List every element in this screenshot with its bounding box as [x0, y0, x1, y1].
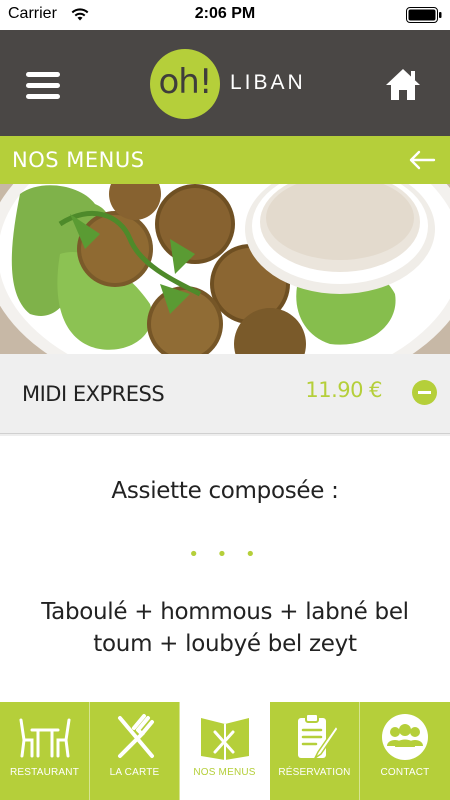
- menu-book-icon: [200, 718, 249, 760]
- app-header: oh! LIBAN: [0, 30, 450, 136]
- menu-detail-card: Assiette composée : • • • Taboulé + homm…: [0, 436, 450, 702]
- contact-group-icon: [382, 714, 428, 760]
- card-separator: • • •: [188, 544, 262, 565]
- tab-la-carte[interactable]: LA CARTE: [90, 702, 180, 800]
- bottom-tab-bar: RESTAURANT LA CARTE NOS MENUS RÉSERVATIO…: [0, 702, 450, 800]
- section-title: NOS MENUS: [12, 148, 145, 172]
- menu-icon[interactable]: [26, 72, 60, 99]
- menu-name: MIDI EXPRESS: [22, 382, 165, 406]
- fork-knife-icon: [117, 714, 154, 758]
- tab-label: NOS MENUS: [193, 767, 256, 778]
- menu-row-midi-express[interactable]: MIDI EXPRESS 11.90 €: [0, 354, 450, 434]
- tab-reservation[interactable]: RÉSERVATION: [270, 702, 360, 800]
- tab-label: CONTACT: [380, 767, 430, 778]
- home-icon[interactable]: [385, 67, 421, 101]
- card-body: Taboulé + hommous + labné bel toum + lou…: [41, 599, 409, 657]
- tab-label: RESTAURANT: [9, 767, 80, 778]
- logo-mark: oh!: [150, 49, 220, 119]
- logo-text: LIBAN: [230, 71, 306, 94]
- menu-price: 11.90 €: [305, 378, 382, 402]
- status-bar: Carrier 2:06 PM: [0, 0, 450, 30]
- tab-nos-menus[interactable]: NOS MENUS: [180, 702, 270, 800]
- restaurant-icon: [19, 718, 70, 758]
- battery-icon: [406, 7, 442, 23]
- collapse-icon[interactable]: [412, 380, 437, 405]
- menu-hero-image: [0, 184, 450, 354]
- card-heading: Assiette composée :: [111, 478, 339, 504]
- clipboard-icon: [297, 713, 339, 761]
- tab-contact[interactable]: CONTACT: [360, 702, 450, 800]
- status-time: 2:06 PM: [194, 5, 256, 22]
- tab-label: LA CARTE: [109, 767, 160, 778]
- tab-label: RÉSERVATION: [278, 767, 351, 778]
- tab-restaurant[interactable]: RESTAURANT: [0, 702, 90, 800]
- back-arrow-icon[interactable]: [408, 149, 436, 171]
- section-bar: NOS MENUS: [0, 136, 450, 184]
